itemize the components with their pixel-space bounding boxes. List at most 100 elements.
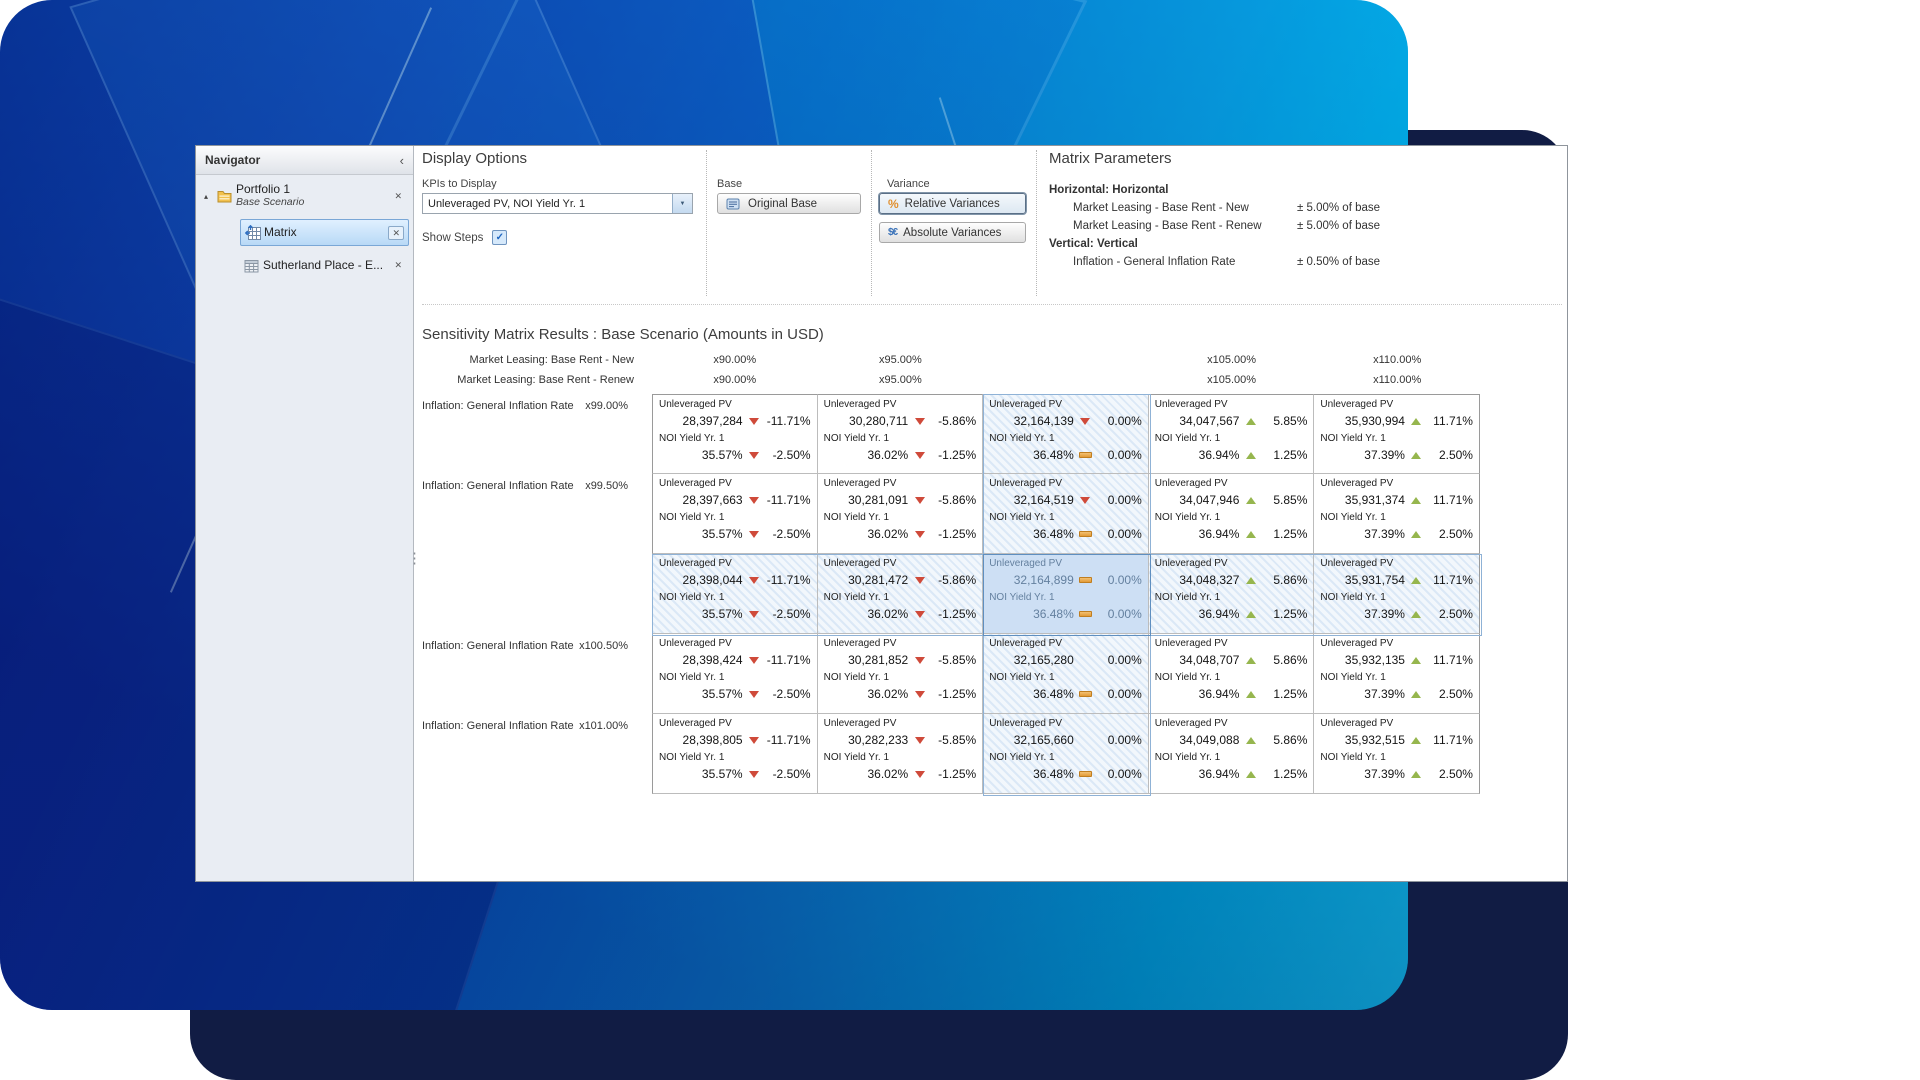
down-indicator-icon — [913, 691, 926, 698]
relative-variances-button[interactable]: % Relative Variances — [879, 193, 1026, 214]
chevron-down-icon[interactable]: ▼ — [672, 194, 692, 213]
kpi-label: Unleveraged PV — [989, 636, 1142, 650]
kpi-label: Unleveraged PV — [1155, 716, 1308, 730]
noi-value: 36.48% — [989, 527, 1074, 541]
show-steps-checkbox[interactable]: ✓ — [492, 230, 507, 245]
kpis-dropdown[interactable]: Unleveraged PV, NOI Yield Yr. 1 ▼ — [422, 193, 693, 214]
pv-value: 32,164,139 — [989, 414, 1074, 428]
down-indicator-icon — [913, 611, 926, 618]
matrix-header-label: Market Leasing: Base Rent - New — [422, 354, 652, 366]
matrix-cell[interactable]: Unleveraged PV28,397,284-11.71%NOI Yield… — [652, 394, 818, 474]
pv-value: 35,930,994 — [1320, 414, 1405, 428]
original-base-button[interactable]: Original Base — [717, 193, 861, 214]
parameter-name: Market Leasing - Base Rent - New — [1073, 202, 1297, 214]
noi-variance: 0.00% — [1092, 448, 1142, 462]
matrix-cell[interactable]: Unleveraged PV32,165,2800.00%NOI Yield Y… — [983, 634, 1149, 714]
matrix-cell[interactable]: Unleveraged PV30,282,233-5.85%NOI Yield … — [818, 714, 984, 794]
kpi-label: Unleveraged PV — [989, 397, 1142, 411]
navigator-item-sublabel: Base Scenario — [236, 196, 304, 209]
parameter-range: ± 0.50% of base — [1297, 256, 1417, 268]
matrix-cell[interactable]: Unleveraged PV35,932,51511.71%NOI Yield … — [1314, 714, 1480, 794]
kpi-label: NOI Yield Yr. 1 — [989, 750, 1142, 764]
down-indicator-icon — [913, 418, 926, 425]
flat-indicator-icon — [1079, 452, 1092, 458]
matrix-row: Unleveraged PV 28,398,044 -11.71% NOI Yield… — [422, 554, 1480, 634]
relative-variances-label: Relative Variances — [905, 198, 1000, 210]
noi-variance: 2.50% — [1423, 687, 1473, 701]
kpi-label: Unleveraged PV — [659, 556, 811, 570]
matrix-row: Inflation: General Inflation Ratex99.50%… — [422, 474, 1480, 554]
matrix-cell[interactable]: Unleveraged PV28,398,424-11.71%NOI Yield… — [652, 634, 818, 714]
matrix-parameters-title: Matrix Parameters — [1049, 150, 1172, 167]
pv-variance: 5.86% — [1257, 653, 1307, 667]
matrix-cell[interactable]: Unleveraged PV32,165,6600.00%NOI Yield Y… — [983, 714, 1149, 794]
matrix-cell[interactable]: Unleveraged PV34,049,0885.86%NOI Yield Y… — [1149, 714, 1315, 794]
kpi-label: Unleveraged PV — [1320, 556, 1473, 570]
matrix-cell[interactable]: Unleveraged PV32,164,1390.00%NOI Yield Y… — [983, 394, 1149, 474]
navigator-item-portfolio[interactable]: ▴ Portfolio 1Base Scenario ✕ — [200, 180, 409, 212]
pv-value: 28,398,044 — [659, 573, 743, 587]
matrix-icon — [245, 225, 264, 240]
matrix-cell[interactable]: Unleveraged PV34,047,5675.85%NOI Yield Y… — [1149, 394, 1315, 474]
absolute-variances-button[interactable]: $€ Absolute Variances — [879, 222, 1026, 243]
matrix-cell[interactable]: Unleveraged PV35,930,99411.71%NOI Yield … — [1314, 394, 1480, 474]
kpi-label: Unleveraged PV — [1155, 397, 1308, 411]
matrix-cell[interactable]: Unleveraged PV28,397,663-11.71%NOI Yield… — [652, 474, 818, 554]
noi-value: 37.39% — [1320, 527, 1405, 541]
close-icon[interactable]: ✕ — [391, 191, 405, 202]
matrix-cell[interactable]: Unleveraged PV28,398,044-11.71%NOI Yield… — [652, 554, 818, 634]
pv-variance: -5.86% — [926, 414, 976, 428]
kpis-dropdown-value: Unleveraged PV, NOI Yield Yr. 1 — [423, 198, 672, 210]
up-indicator-icon — [1410, 771, 1423, 778]
close-icon[interactable]: ✕ — [388, 226, 404, 240]
pv-variance: -11.71% — [761, 573, 811, 587]
matrix-cell[interactable]: Unleveraged PV30,280,711-5.86%NOI Yield … — [818, 394, 984, 474]
matrix-cell[interactable]: Unleveraged PV32,164,5190.00%NOI Yield Y… — [983, 474, 1149, 554]
matrix-row-step: x100.50% — [579, 640, 628, 652]
pv-value: 28,397,284 — [659, 414, 743, 428]
matrix-cell[interactable]: Unleveraged PV34,048,3275.86%NOI Yield Y… — [1149, 554, 1315, 634]
down-indicator-icon — [1079, 418, 1092, 425]
noi-variance: -1.25% — [926, 607, 976, 621]
matrix-parameter-heading: Horizontal: Horizontal — [1049, 181, 1569, 199]
pv-variance: 0.00% — [1092, 573, 1142, 587]
kpi-label: Unleveraged PV — [1320, 397, 1473, 411]
up-indicator-icon — [1244, 577, 1257, 584]
matrix-cell[interactable]: Unleveraged PV30,281,091-5.86%NOI Yield … — [818, 474, 984, 554]
pv-value: 32,165,660 — [989, 733, 1074, 747]
navigator-item-sutherland[interactable]: Sutherland Place - E...✕ — [240, 253, 409, 278]
matrix-cell[interactable]: Unleveraged PV35,932,13511.71%NOI Yield … — [1314, 634, 1480, 714]
matrix-column-header: x95.00% — [818, 374, 984, 386]
close-icon[interactable]: ✕ — [391, 260, 405, 271]
matrix-parameter-row: Market Leasing - Base Rent - Renew± 5.00… — [1049, 217, 1569, 235]
matrix-cell[interactable]: Unleveraged PV32,164,8990.00%NOI Yield Y… — [983, 554, 1149, 634]
matrix-cell[interactable]: Unleveraged PV34,048,7075.86%NOI Yield Y… — [1149, 634, 1315, 714]
noi-variance: 2.50% — [1423, 448, 1473, 462]
kpi-label: NOI Yield Yr. 1 — [824, 750, 977, 764]
matrix-cell[interactable]: Unleveraged PV35,931,37411.71%NOI Yield … — [1314, 474, 1480, 554]
matrix-row-step: x99.50% — [585, 480, 628, 492]
pv-variance: -11.71% — [761, 733, 811, 747]
kpi-label: NOI Yield Yr. 1 — [989, 510, 1142, 524]
pv-variance: -5.85% — [926, 653, 976, 667]
pv-variance: 0.00% — [1092, 493, 1142, 507]
noi-variance: 1.25% — [1257, 767, 1307, 781]
noi-value: 37.39% — [1320, 448, 1405, 462]
parameter-range: ± 5.00% of base — [1297, 202, 1417, 214]
matrix-cell[interactable]: Unleveraged PV30,281,852-5.85%NOI Yield … — [818, 634, 984, 714]
kpi-label: NOI Yield Yr. 1 — [659, 670, 811, 684]
matrix-cell[interactable]: Unleveraged PV28,398,805-11.71%NOI Yield… — [652, 714, 818, 794]
pv-value: 30,281,852 — [824, 653, 909, 667]
tree-expander-icon[interactable]: ▴ — [204, 192, 217, 201]
matrix-column-header: x95.00% — [818, 354, 984, 366]
down-indicator-icon — [748, 611, 761, 618]
kpi-label: NOI Yield Yr. 1 — [989, 590, 1142, 604]
pv-variance: 5.86% — [1257, 733, 1307, 747]
matrix-cell[interactable]: Unleveraged PV30,281,472-5.86%NOI Yield … — [818, 554, 984, 634]
collapse-panel-icon[interactable]: ‹ — [400, 153, 404, 168]
navigator-item-label: Portfolio 1 — [236, 183, 304, 196]
kpi-label: Unleveraged PV — [989, 476, 1142, 490]
matrix-cell[interactable]: Unleveraged PV34,047,9465.85%NOI Yield Y… — [1149, 474, 1315, 554]
matrix-cell[interactable]: Unleveraged PV35,931,75411.71%NOI Yield … — [1314, 554, 1480, 634]
navigator-item-matrix[interactable]: Matrix✕ — [240, 219, 409, 246]
